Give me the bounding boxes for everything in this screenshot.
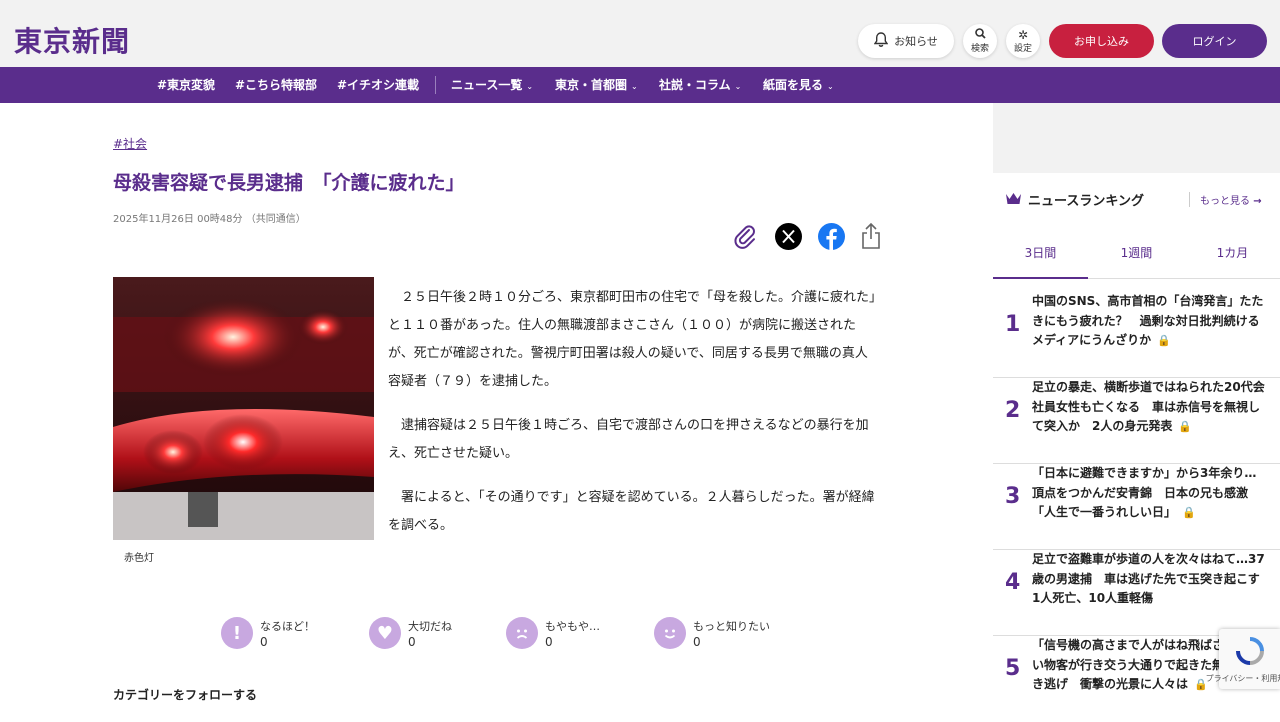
frown-face-icon bbox=[506, 617, 538, 649]
ranking-item[interactable]: 1 中国のSNS、高市首相の「台湾発言」たたきにもう疲れた？ 過剰な対日批判続け… bbox=[993, 292, 1280, 378]
article-paragraph: ２５日午後２時１０分ごろ、東京都町田市の住宅で「母を殺した。介護に疲れた」と１１… bbox=[388, 290, 876, 389]
share-facebook-button[interactable] bbox=[817, 222, 845, 254]
article-date: 2025年11月26日 00時48分 （共同通信） bbox=[113, 214, 306, 225]
chevron-down-icon: ⌄ bbox=[631, 82, 638, 91]
nav-item-editorial[interactable]: 社説・コラム ⌄ bbox=[659, 67, 741, 103]
notice-button[interactable]: お知らせ bbox=[858, 24, 954, 58]
more-label: もっと見る bbox=[1200, 196, 1250, 207]
exclamation-icon: ! bbox=[221, 617, 253, 649]
chevron-down-icon: ⌄ bbox=[526, 82, 534, 91]
arrow-right-icon: → bbox=[1253, 196, 1262, 207]
settings-button[interactable]: ✲ 設定 bbox=[1006, 24, 1040, 58]
nav-item-kochira[interactable]: #こちら特報部 bbox=[235, 67, 317, 103]
apply-button[interactable]: お申し込み bbox=[1049, 24, 1154, 58]
nav-label: 社説・コラム bbox=[659, 78, 731, 92]
ranking-item[interactable]: 4 足立で盗難車が歩道の人を次々はねて…37歳の男逮捕 車は逃げた先で玉突き起こ… bbox=[993, 550, 1280, 636]
nav-divider bbox=[435, 76, 436, 94]
bell-icon bbox=[873, 31, 889, 51]
ranking-item[interactable]: 2 足立の暴走、横断歩道ではねられた20代会社員女性も亡くなる 車は赤信号を無視… bbox=[993, 378, 1280, 464]
nav-item-ichioshi[interactable]: #イチオシ連載 bbox=[337, 67, 419, 103]
sidebar: ニュースランキング もっと見る → 3日間 1週間 1カ月 1 中国のSNS、高… bbox=[993, 103, 1280, 695]
main-nav: #東京変貌 #こちら特報部 #イチオシ連載 ニュース一覧 ⌄ 東京・首都圏 ⌄ 社説… bbox=[0, 67, 1280, 103]
nav-label: #こちら特報部 bbox=[235, 78, 318, 92]
tab-1week[interactable]: 1週間 bbox=[1089, 233, 1184, 279]
paperclip-icon bbox=[732, 223, 758, 253]
rank-number: 3 bbox=[1005, 484, 1021, 509]
category-tag[interactable]: #社会 bbox=[113, 135, 147, 152]
site-logo[interactable]: 東京新聞 bbox=[14, 20, 130, 60]
rank-number: 1 bbox=[1005, 312, 1021, 337]
reaction-count: 0 bbox=[693, 635, 701, 649]
nav-label: 東京・首都圏 bbox=[555, 78, 628, 92]
reaction-label: 大切だね bbox=[408, 620, 452, 633]
rank-headline-text: 中国のSNS、高市首相の「台湾発言」たたきにもう疲れた？ 過剰な対日批判続けるメ… bbox=[1032, 294, 1264, 347]
share-icon bbox=[860, 222, 882, 254]
ranking-tabs: 3日間 1週間 1カ月 bbox=[993, 233, 1280, 279]
recaptcha-label: プライバシー・利用規約 bbox=[1205, 673, 1280, 683]
nav-label: #東京変貌 bbox=[157, 78, 216, 92]
share-x-button[interactable] bbox=[774, 222, 802, 254]
x-logo-icon bbox=[774, 222, 802, 254]
share-button[interactable] bbox=[857, 222, 885, 254]
reaction-count: 0 bbox=[260, 635, 268, 649]
reaction-count: 0 bbox=[408, 635, 416, 649]
nav-item-news-list[interactable]: ニュース一覧 ⌄ bbox=[451, 67, 533, 103]
reaction-label: もやもや… bbox=[545, 620, 600, 633]
article-title: 母殺害容疑で長男逮捕 「介護に疲れた」 bbox=[113, 172, 465, 194]
reaction-label: もっと知りたい bbox=[693, 620, 770, 633]
gear-icon: ✲ bbox=[1017, 27, 1029, 42]
reaction-label: なるほど！ bbox=[260, 620, 315, 633]
ranking-item[interactable]: 3 「日本に避難できますか」から3年余り…頂点をつかんだ安青錦 日本の兄も感激「… bbox=[993, 464, 1280, 550]
reaction-count: 0 bbox=[545, 635, 553, 649]
nav-item-paper[interactable]: 紙面を見る ⌄ bbox=[763, 67, 834, 103]
sidebar-ad-space bbox=[993, 103, 1280, 173]
ranking-title: ニュースランキング bbox=[1028, 194, 1144, 209]
nav-label: #イチオシ連載 bbox=[337, 78, 420, 92]
recaptcha-badge[interactable]: プライバシー・利用規約 bbox=[1206, 629, 1280, 689]
article-photo bbox=[113, 277, 374, 540]
crown-icon bbox=[1005, 191, 1022, 209]
nav-label: 紙面を見る bbox=[763, 78, 824, 92]
article-paragraph: 逮捕容疑は２５日午後１時ごろ、自宅で渡部さんの口を押さえるなどの暴行を加え、死亡… bbox=[388, 418, 869, 461]
photo-caption: 赤色灯 bbox=[124, 553, 154, 564]
article-body: ２５日午後２時１０分ごろ、東京都町田市の住宅で「母を殺した。介護に疲れた」と１１… bbox=[388, 284, 880, 556]
nav-item-tokyo-henbo[interactable]: #東京変貌 bbox=[157, 67, 215, 103]
rank-headline: 足立で盗難車が歩道の人を次々はねて…37歳の男逮捕 車は逃げた先で玉突き起こす … bbox=[1032, 550, 1272, 609]
chevron-down-icon: ⌄ bbox=[827, 82, 834, 91]
rank-number: 4 bbox=[1005, 570, 1021, 595]
tab-3days[interactable]: 3日間 bbox=[993, 233, 1088, 279]
search-label: 検索 bbox=[970, 44, 989, 54]
search-button[interactable]: 検索 bbox=[963, 24, 997, 58]
ranking-heading: ニュースランキング bbox=[1005, 190, 1144, 209]
notice-label: お知らせ bbox=[894, 35, 938, 48]
rank-headline: 中国のSNS、高市首相の「台湾発言」たたきにもう疲れた？ 過剰な対日批判続けるメ… bbox=[1032, 292, 1268, 351]
nav-label: ニュース一覧 bbox=[451, 78, 523, 92]
rank-number: 2 bbox=[1005, 398, 1021, 423]
settings-label: 設定 bbox=[1013, 43, 1032, 54]
rank-headline-text: 足立で盗難車が歩道の人を次々はねて…37歳の男逮捕 車は逃げた先で玉突き起こす … bbox=[1032, 552, 1272, 605]
copy-link-button[interactable] bbox=[731, 224, 759, 252]
rank-headline-text: 「日本に避難できますか」から3年余り…頂点をつかんだ安青錦 日本の兄も感激「人生… bbox=[1032, 466, 1257, 519]
rank-headline: 「日本に避難できますか」から3年余り…頂点をつかんだ安青錦 日本の兄も感激「人生… bbox=[1032, 464, 1268, 523]
site-header: 東京新聞 お知らせ 検索 ✲ 設定 お申し込み ログイン bbox=[0, 0, 1280, 67]
recaptcha-icon bbox=[1234, 635, 1266, 671]
nav-item-tokyo-shutoken[interactable]: 東京・首都圏 ⌄ bbox=[555, 67, 638, 103]
lock-icon: 🔒 bbox=[1157, 334, 1171, 347]
rank-headline-text: 足立の暴走、横断歩道ではねられた20代会社員女性も亡くなる 車は赤信号を無視して… bbox=[1032, 380, 1265, 433]
article-paragraph: 署によると、「その通りです」と容疑を認めている。２人暮らしだった。署が経緯を調べ… bbox=[388, 490, 875, 533]
rank-headline: 足立の暴走、横断歩道ではねられた20代会社員女性も亡くなる 車は赤信号を無視して… bbox=[1032, 378, 1268, 437]
chevron-down-icon: ⌄ bbox=[734, 82, 742, 91]
rank-number: 5 bbox=[1005, 656, 1021, 681]
lock-icon: 🔒 bbox=[1182, 506, 1196, 519]
smile-face-icon bbox=[654, 617, 686, 649]
search-icon bbox=[974, 28, 986, 41]
login-button[interactable]: ログイン bbox=[1162, 24, 1267, 58]
lock-icon: 🔒 bbox=[1178, 420, 1193, 433]
tab-1month[interactable]: 1カ月 bbox=[1185, 233, 1280, 279]
heart-icon: ♥ bbox=[369, 617, 401, 649]
ranking-more-link[interactable]: もっと見る → bbox=[1189, 192, 1262, 207]
facebook-icon bbox=[817, 222, 845, 254]
